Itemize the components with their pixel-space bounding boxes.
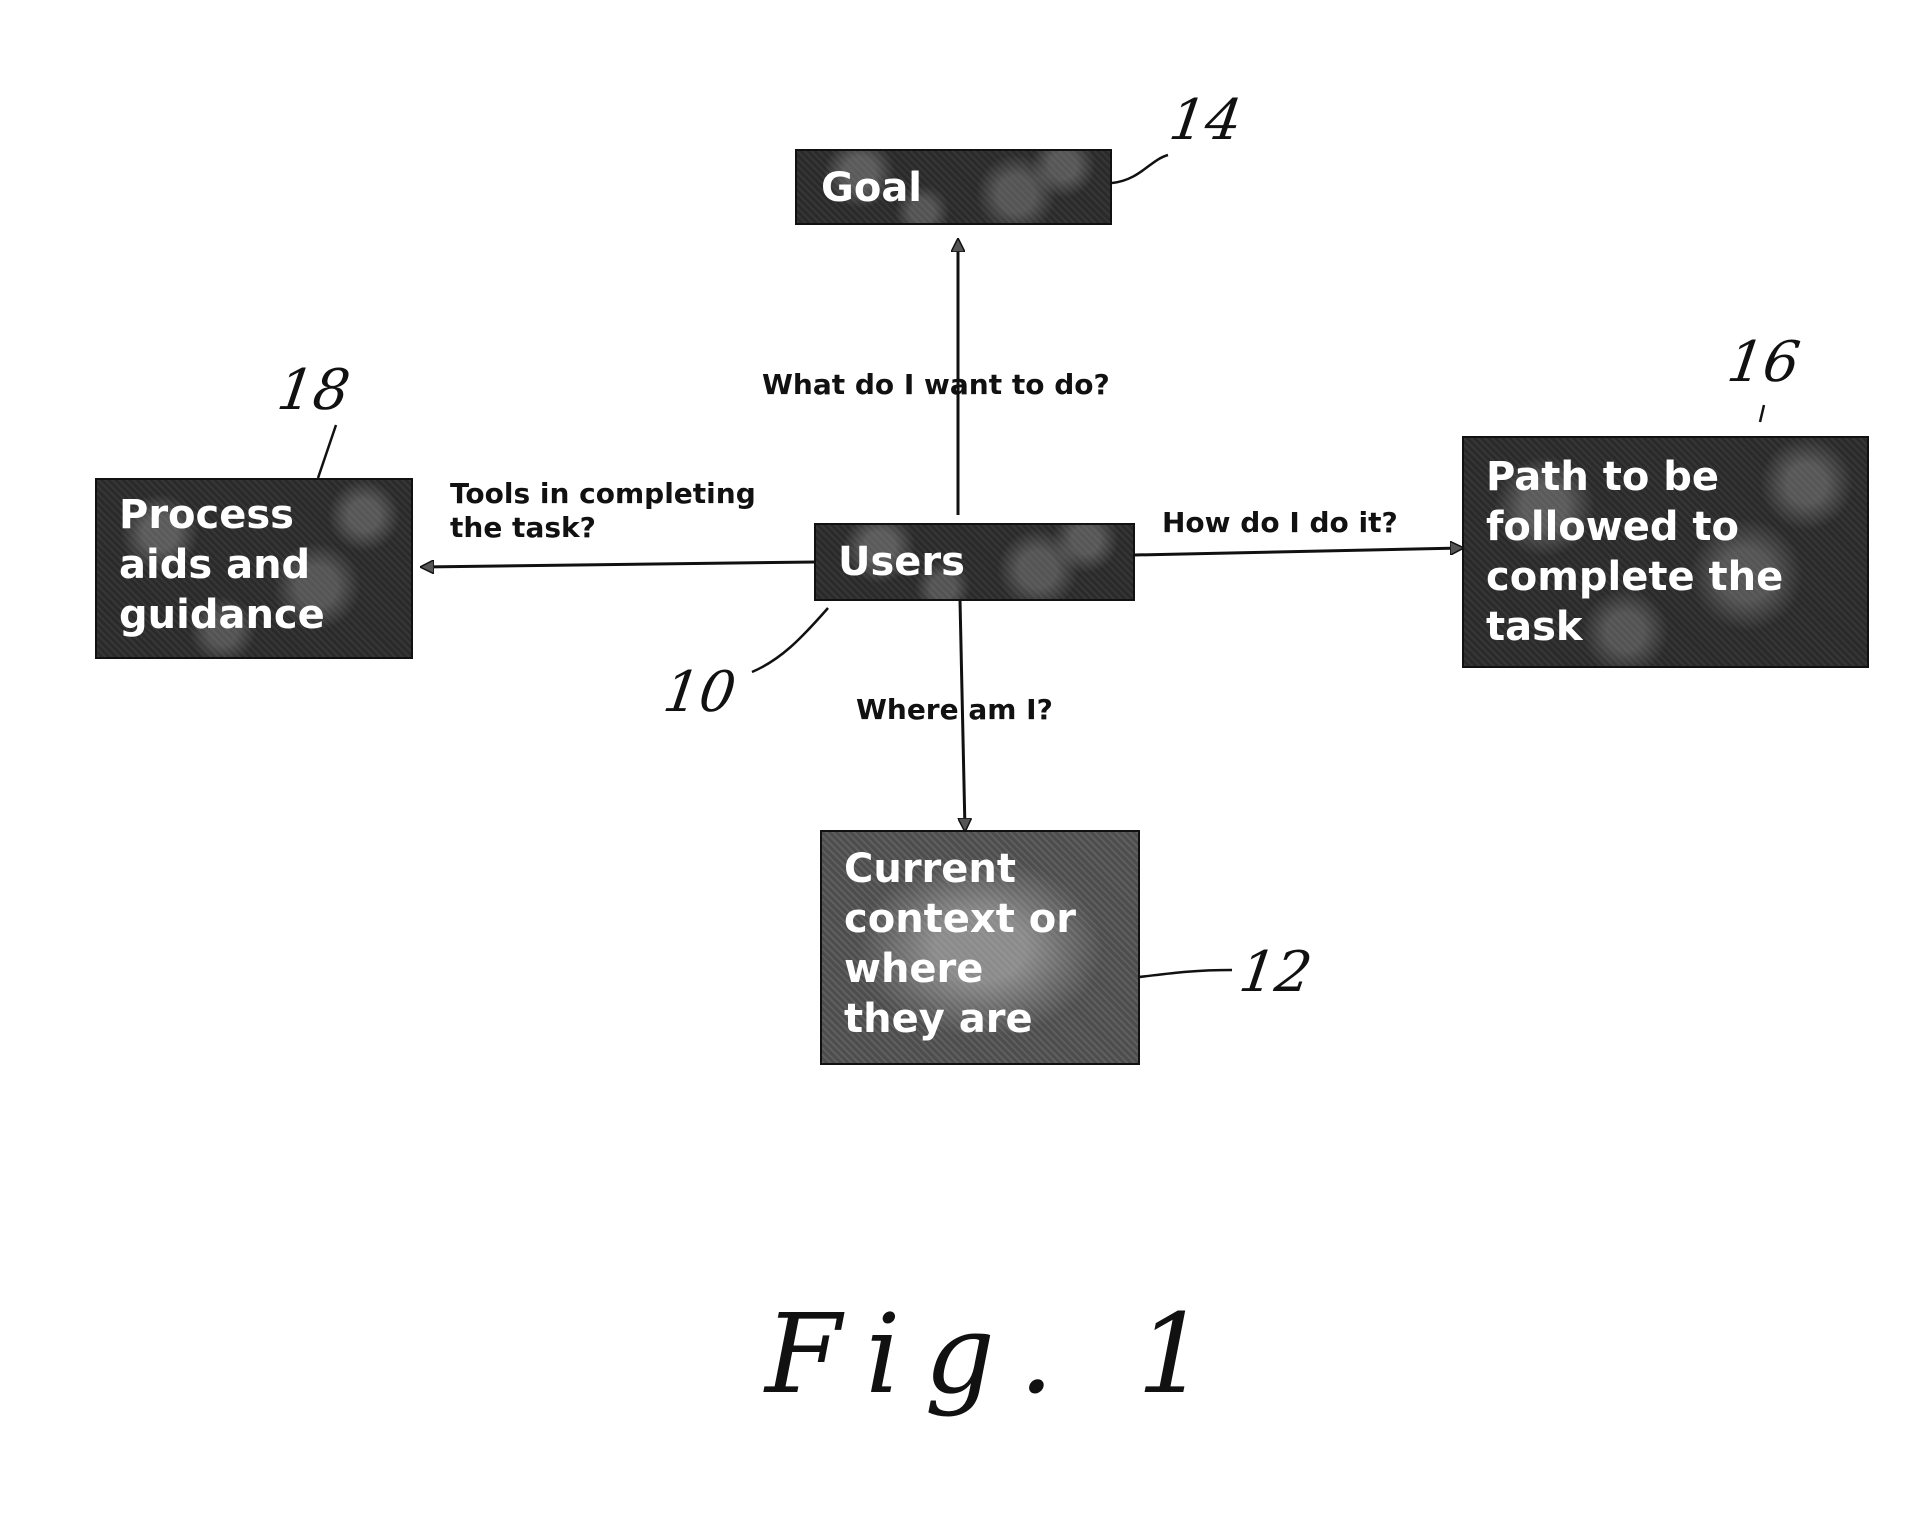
arrow-to-path bbox=[1134, 548, 1462, 557]
node-goal: Goal bbox=[795, 149, 1112, 225]
node-current-context: Current context or where they are bbox=[820, 830, 1140, 1065]
node-path-to-complete: Path to be followed to complete the task bbox=[1462, 436, 1869, 668]
arrow-to-process bbox=[422, 562, 817, 567]
leader-line-14 bbox=[1111, 153, 1169, 185]
edge-label-how-do-i: How do I do it? bbox=[1162, 506, 1398, 539]
figure-caption: Fig. 1 bbox=[765, 1290, 1231, 1418]
edge-label-tools: Tools in completing the task? bbox=[450, 477, 756, 544]
node-users: Users bbox=[814, 523, 1135, 601]
diagram-canvas: Goal Users Process aids and guidance Pat… bbox=[0, 0, 1929, 1526]
node-process-aids: Process aids and guidance bbox=[95, 478, 413, 659]
edge-label-where-am-i: Where am I? bbox=[856, 693, 1053, 726]
leader-line-18 bbox=[316, 424, 338, 479]
ref-numeral-14: 14 bbox=[1165, 88, 1246, 153]
leader-line-12 bbox=[1129, 968, 1233, 980]
ref-numeral-18: 18 bbox=[273, 358, 354, 423]
leader-line-10 bbox=[751, 607, 829, 674]
edge-label-what-do-i-want: What do I want to do? bbox=[762, 368, 1110, 401]
ref-numeral-10: 10 bbox=[659, 660, 740, 725]
ref-numeral-16: 16 bbox=[1723, 330, 1804, 395]
leader-line-16 bbox=[1758, 404, 1766, 423]
ref-numeral-12: 12 bbox=[1235, 940, 1316, 1005]
